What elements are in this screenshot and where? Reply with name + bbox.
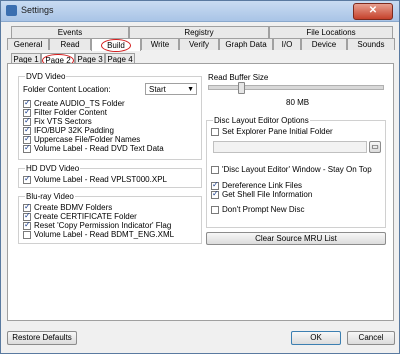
tab-label: Write [150, 40, 170, 49]
tab-verify[interactable]: Verify [179, 38, 219, 50]
title-bar: Settings ✕ [1, 1, 399, 22]
folder-location-select[interactable]: Start ▼ [145, 83, 197, 95]
dont-prompt-option[interactable]: Don't Prompt New Disc [211, 205, 304, 214]
checkbox[interactable] [23, 220, 31, 230]
tab-label: Verify [188, 40, 209, 49]
reset-copy-permission-option[interactable]: Reset 'Copy Permission Indicator' Flag [23, 220, 172, 230]
option-label: Reset 'Copy Permission Indicator' Flag [34, 221, 172, 230]
option-label: Filter Folder Content [34, 108, 107, 117]
dereference-links-option[interactable]: Dereference Link Files [211, 180, 303, 190]
tab-label: Device [311, 40, 337, 49]
checkbox[interactable] [211, 165, 219, 174]
stay-on-top-option[interactable]: 'Disc Layout Editor' Window - Stay On To… [211, 165, 372, 174]
tab-graph-data[interactable]: Graph Data [219, 38, 273, 50]
set-explorer-option[interactable]: Set Explorer Pane Initial Folder [211, 127, 333, 136]
clear-mru-button[interactable]: Clear Source MRU List [206, 232, 386, 245]
checkbox[interactable] [23, 174, 31, 184]
checkbox[interactable] [211, 189, 219, 199]
tab-registry[interactable]: Registry [129, 26, 269, 38]
content-panel: DVD Video Folder Content Location: Start… [7, 63, 394, 321]
checkbox[interactable] [23, 230, 31, 239]
restore-defaults-button[interactable]: Restore Defaults [7, 331, 77, 345]
option-label: Fix VTS Sectors [34, 117, 92, 126]
create-bdmv-option[interactable]: Create BDMV Folders [23, 202, 113, 212]
option-label: Volume Label - Read BDMT_ENG.XML [34, 230, 175, 239]
folder-icon: ▭ [371, 142, 379, 151]
tab-label: General [13, 40, 43, 49]
read-buffer-slider-track[interactable] [208, 85, 384, 90]
tab-label: Sounds [357, 40, 385, 49]
folder-location-value: Start [149, 85, 166, 94]
bluray-video-title: Blu-ray Video [25, 192, 75, 201]
disc-layout-title: Disc Layout Editor Options [213, 116, 310, 125]
ok-button[interactable]: OK [291, 331, 341, 345]
app-icon [6, 5, 17, 16]
tab-device[interactable]: Device [301, 38, 347, 50]
settings-window: Settings ✕ Events Registry File Location… [0, 0, 400, 354]
create-audio-ts-option[interactable]: Create AUDIO_TS Folder [23, 98, 125, 108]
checkbox[interactable] [23, 143, 31, 153]
option-label: Don't Prompt New Disc [222, 205, 305, 214]
checkbox[interactable] [211, 127, 219, 136]
read-buffer-title: Read Buffer Size [208, 73, 269, 82]
fix-vts-option[interactable]: Fix VTS Sectors [23, 116, 92, 126]
close-button[interactable]: ✕ [353, 3, 393, 20]
volume-label-bdmt-option[interactable]: Volume Label - Read BDMT_ENG.XML [23, 230, 174, 239]
tab-label: Read [60, 40, 80, 49]
option-label: Volume Label - Read VPLST000.XPL [34, 175, 167, 184]
read-buffer-group: Read Buffer Size 80 MB [206, 73, 386, 110]
read-buffer-value: 80 MB [286, 98, 310, 107]
tab-label: Events [57, 28, 83, 37]
tab-write[interactable]: Write [141, 38, 179, 50]
option-label: Create AUDIO_TS Folder [34, 99, 125, 108]
uppercase-names-option[interactable]: Uppercase File/Folder Names [23, 134, 141, 144]
tab-events[interactable]: Events [11, 26, 129, 38]
option-label: Create BDMV Folders [34, 203, 113, 212]
option-label: Set Explorer Pane Initial Folder [222, 127, 333, 136]
tab-label: Graph Data [225, 40, 267, 49]
ifo-bup-option[interactable]: IFO/BUP 32K Padding [23, 125, 114, 135]
volume-label-hddvd-option[interactable]: Volume Label - Read VPLST000.XPL [23, 174, 167, 184]
dvd-video-title: DVD Video [25, 72, 67, 81]
tab-io[interactable]: I/O [273, 38, 301, 50]
tab-row-main: General Read Build Write Verify Graph Da… [7, 38, 395, 52]
checkbox[interactable] [211, 205, 219, 214]
option-label: Volume Label - Read DVD Text Data [34, 144, 164, 153]
tab-build[interactable]: Build [91, 38, 141, 52]
tab-label: Build [101, 39, 131, 52]
dvd-video-group: DVD Video Folder Content Location: Start… [18, 72, 202, 160]
filter-folder-option[interactable]: Filter Folder Content [23, 107, 107, 117]
option-label: IFO/BUP 32K Padding [34, 126, 114, 135]
read-buffer-slider-thumb[interactable] [238, 82, 246, 94]
tab-general[interactable]: General [7, 38, 49, 50]
option-label: Uppercase File/Folder Names [34, 135, 141, 144]
option-label: Create CERTIFICATE Folder [34, 212, 137, 221]
option-label: Dereference Link Files [222, 181, 303, 190]
option-label: 'Disc Layout Editor' Window - Stay On To… [222, 165, 372, 174]
option-label: Get Shell File Information [222, 190, 313, 199]
disc-layout-group: Disc Layout Editor Options Set Explorer … [206, 116, 386, 228]
browse-folder-button[interactable]: ▭ [369, 141, 381, 153]
tab-row-top: Events Registry File Locations [11, 26, 393, 38]
tab-label: Registry [184, 28, 214, 37]
folder-location-label: Folder Content Location: [23, 85, 111, 94]
tab-file-locations[interactable]: File Locations [269, 26, 393, 38]
tab-read[interactable]: Read [49, 38, 91, 50]
tab-label: I/O [281, 40, 293, 49]
volume-label-dvd-option[interactable]: Volume Label - Read DVD Text Data [23, 143, 164, 153]
window-title: Settings [21, 5, 54, 15]
explorer-folder-input[interactable] [213, 141, 367, 153]
bluray-video-group: Blu-ray Video Create BDMV Folders Create… [18, 192, 202, 244]
hd-dvd-video-title: HD DVD Video [25, 164, 81, 173]
hd-dvd-video-group: HD DVD Video Volume Label - Read VPLST00… [18, 164, 202, 188]
cancel-button[interactable]: Cancel [347, 331, 395, 345]
chevron-down-icon: ▼ [187, 86, 194, 93]
tab-sounds[interactable]: Sounds [347, 38, 395, 50]
tab-label: File Locations [306, 28, 356, 37]
create-certificate-option[interactable]: Create CERTIFICATE Folder [23, 211, 137, 221]
shell-info-option[interactable]: Get Shell File Information [211, 189, 313, 199]
